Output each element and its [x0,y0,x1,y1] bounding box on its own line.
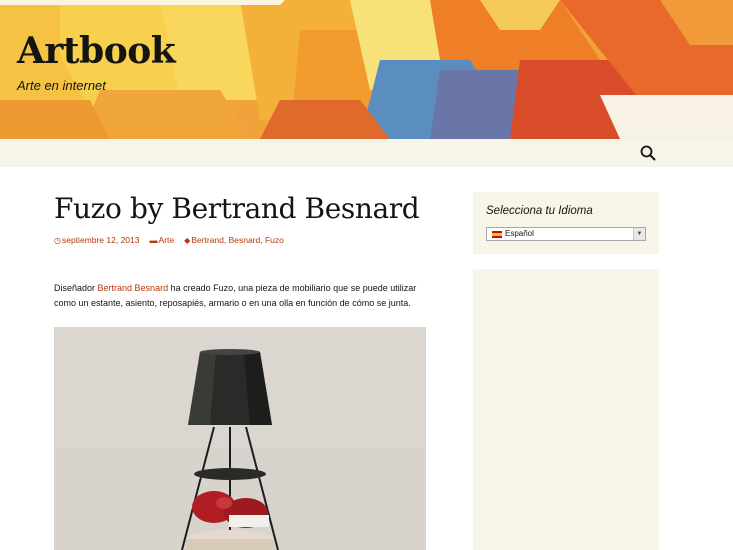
language-select[interactable]: Español ▼ [486,227,646,241]
sidebar-widget [473,269,659,550]
site-title[interactable]: Artbook [17,30,176,72]
widget-title: Selecciona tu Idioma [486,205,593,217]
designer-link[interactable]: Bertrand Besnard [98,283,169,293]
post-category[interactable]: Arte [158,235,174,245]
post-body: Diseñador Bertrand Besnard ha creado Fuz… [54,281,434,311]
spain-flag-icon [492,231,502,238]
site-header: Artbook Arte en internet [0,0,733,139]
post-tag[interactable]: Bertrand [191,235,224,245]
clock-icon: ◷ [54,236,61,245]
search-icon[interactable] [639,144,657,162]
post-body-prefix: Diseñador [54,283,98,293]
folder-icon: ▬ [149,236,158,245]
post-date[interactable]: septiembre 12, 2013 [62,235,140,245]
language-widget: Selecciona tu Idioma Español ▼ [473,192,659,254]
language-selected: Español [505,229,534,238]
post-tag[interactable]: Fuzo [265,235,284,245]
navbar [0,139,733,167]
tag-icon: ◆ [184,236,191,245]
post-tag[interactable]: Besnard [229,235,261,245]
site-description: Arte en internet [17,78,106,93]
post-image [54,327,426,550]
post-meta: ◷septiembre 12, 2013 ▬Arte ◆Bertrand, Besn… [54,235,284,245]
post-title[interactable]: Fuzo by Bertrand Besnard [54,192,420,225]
chevron-down-icon[interactable]: ▼ [633,228,645,240]
